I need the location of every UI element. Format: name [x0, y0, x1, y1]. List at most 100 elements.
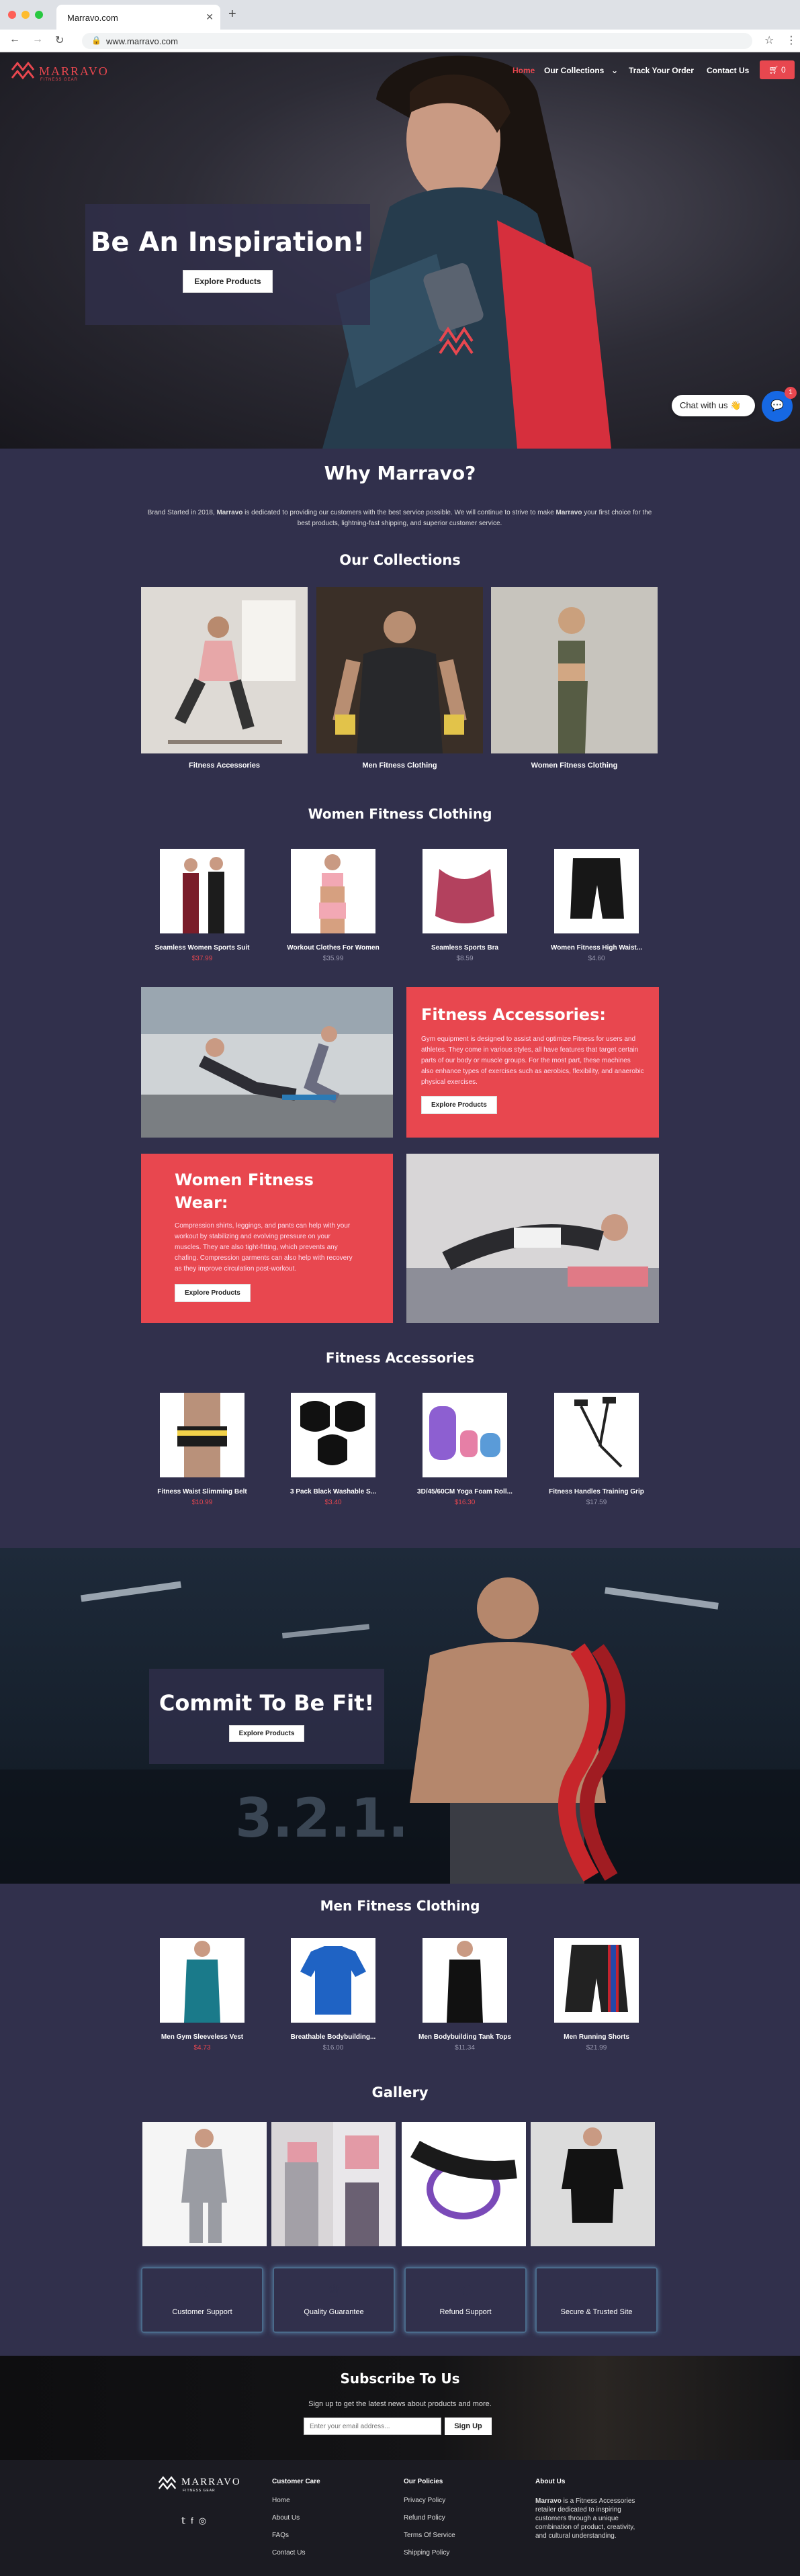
- maximize-window-dot[interactable]: [35, 11, 43, 19]
- product-image[interactable]: [160, 849, 245, 933]
- promo-women-text: Compression shirts, leggings, and pants …: [175, 1222, 353, 1273]
- product-name[interactable]: Seamless Women Sports Suit: [142, 944, 263, 952]
- chat-bubble-icon: 💬: [770, 400, 784, 412]
- product-name[interactable]: 3D/45/60CM Yoga Foam Roll...: [404, 1488, 525, 1496]
- nav-track-order[interactable]: Track Your Order: [629, 66, 694, 75]
- collection-image: [316, 587, 483, 753]
- product-image[interactable]: [160, 1393, 245, 1477]
- product-image[interactable]: [554, 1938, 639, 2023]
- sign-up-button[interactable]: Sign Up: [445, 2418, 492, 2435]
- product-name[interactable]: 3 Pack Black Washable S...: [273, 1488, 394, 1496]
- instagram-icon[interactable]: ◎: [199, 2516, 212, 2526]
- browser-menu-icon[interactable]: ⋮: [786, 34, 797, 47]
- footer-link-about[interactable]: About Us: [272, 2514, 300, 2522]
- close-tab-icon[interactable]: ✕: [206, 11, 214, 23]
- product-image: [429, 1406, 500, 1460]
- address-bar[interactable]: 🔒 www.marravo.com: [82, 33, 752, 49]
- hero2-explore-button[interactable]: Explore Products: [228, 1725, 305, 1742]
- nav-home[interactable]: Home: [513, 66, 535, 75]
- footer-link-refund[interactable]: Refund Policy: [404, 2514, 445, 2522]
- new-tab-icon[interactable]: +: [228, 7, 236, 22]
- collection-card-fitness-accessories[interactable]: [141, 587, 308, 753]
- marravo-logo[interactable]: MARRAVO FITNESS GEAR: [9, 59, 107, 83]
- product-name[interactable]: Seamless Sports Bra: [404, 944, 525, 952]
- chat-prompt[interactable]: Chat with us 👋: [672, 395, 755, 416]
- product-name[interactable]: Fitness Waist Slimming Belt: [142, 1488, 263, 1496]
- chat-unread-badge: 1: [785, 387, 797, 399]
- product-name[interactable]: Men Bodybuilding Tank Tops: [404, 2033, 525, 2041]
- back-icon[interactable]: ←: [9, 34, 20, 46]
- footer-logo[interactable]: MARRAVO FITNESS GEAR: [156, 2475, 240, 2495]
- gallery-photo: [181, 2129, 227, 2243]
- twitter-icon[interactable]: 𝕥: [181, 2516, 191, 2526]
- chevron-down-icon[interactable]: ⌄: [611, 66, 618, 75]
- product-image[interactable]: [291, 1938, 375, 2023]
- gallery-image[interactable]: [142, 2122, 267, 2246]
- collection-caption[interactable]: Women Fitness Clothing: [491, 762, 658, 770]
- email-input[interactable]: [304, 2418, 441, 2435]
- browser-tab[interactable]: Marravo.com ✕: [56, 5, 220, 30]
- subscribe-section: Subscribe To Us Sign up to get the lates…: [0, 2356, 800, 2460]
- hero-banner: MARRAVO FITNESS GEAR Home Our Collection…: [0, 52, 800, 449]
- facebook-icon[interactable]: f: [191, 2516, 199, 2526]
- product-image[interactable]: [423, 1938, 507, 2023]
- product-image[interactable]: [160, 1938, 245, 2023]
- gallery-image[interactable]: [402, 2122, 526, 2246]
- footer-link-faqs[interactable]: FAQs: [272, 2532, 289, 2539]
- feature-label: Quality Guarantee: [304, 2308, 364, 2316]
- gym-man-image: 3.2.1.: [0, 1577, 800, 1884]
- nav-contact-us[interactable]: Contact Us: [707, 66, 749, 75]
- cart-count: 0: [781, 65, 786, 75]
- footer-link-privacy[interactable]: Privacy Policy: [404, 2497, 445, 2504]
- bookmark-star-icon[interactable]: ☆: [764, 34, 774, 47]
- collection-caption[interactable]: Men Fitness Clothing: [316, 762, 483, 770]
- product-image[interactable]: [554, 1393, 639, 1477]
- refund-icon: ⟲: [458, 2281, 473, 2301]
- footer-link-terms[interactable]: Terms Of Service: [404, 2532, 455, 2539]
- collection-caption[interactable]: Fitness Accessories: [141, 762, 308, 770]
- gallery-photo: [271, 2122, 379, 2246]
- hero-explore-button[interactable]: Explore Products: [183, 270, 273, 293]
- footer-link-shipping[interactable]: Shipping Policy: [404, 2549, 449, 2557]
- browser-toolbar: ← → ↻ 🔒 www.marravo.com ☆ ⋮: [0, 30, 800, 52]
- promo-accessories-button[interactable]: Explore Products: [421, 1096, 497, 1114]
- feature-label: Secure & Trusted Site: [560, 2308, 633, 2316]
- product-image: [177, 1393, 227, 1477]
- lock-icon: 🔒: [91, 36, 101, 45]
- product-name[interactable]: Women Fitness High Waist...: [536, 944, 657, 952]
- why-text-part: Brand Started in 2018,: [147, 509, 217, 516]
- product-image[interactable]: [423, 1393, 507, 1477]
- product-image[interactable]: [291, 849, 375, 933]
- product-image[interactable]: [554, 849, 639, 933]
- footer-link-contact[interactable]: Contact Us: [272, 2549, 305, 2557]
- collection-card-men-clothing[interactable]: [316, 587, 483, 753]
- product-image[interactable]: [291, 1393, 375, 1477]
- reload-icon[interactable]: ↻: [55, 34, 64, 47]
- product-image[interactable]: [423, 849, 507, 933]
- promo-women-button[interactable]: Explore Products: [175, 1284, 251, 1302]
- gallery-image[interactable]: [531, 2122, 655, 2246]
- feature-label: Refund Support: [439, 2308, 492, 2316]
- tab-bar: Marravo.com ✕ +: [0, 0, 800, 30]
- gallery-image[interactable]: [271, 2122, 396, 2246]
- product-name[interactable]: Breathable Bodybuilding...: [273, 2033, 394, 2041]
- product-name[interactable]: Workout Clothes For Women: [273, 944, 394, 952]
- nav-our-collections[interactable]: Our Collections: [544, 66, 604, 75]
- product-price: $4.73: [193, 2044, 211, 2052]
- feature-quality-guarantee: ♕ Quality Guarantee: [273, 2267, 395, 2333]
- cart-button[interactable]: 🛒︎ 0: [760, 60, 795, 79]
- footer-about-text: Marravo is a Fitness Accessories retaile…: [535, 2497, 643, 2540]
- product-image: [300, 1401, 365, 1465]
- minimize-window-dot[interactable]: [21, 11, 30, 19]
- product-name[interactable]: Fitness Handles Training Grip: [536, 1488, 657, 1496]
- collection-card-women-clothing[interactable]: [491, 587, 658, 753]
- product-name[interactable]: Men Gym Sleeveless Vest: [142, 2033, 263, 2041]
- product-name[interactable]: Men Running Shorts: [536, 2033, 657, 2041]
- footer-link-home[interactable]: Home: [272, 2497, 290, 2504]
- product-price: $10.99: [191, 1499, 213, 1506]
- feature-secure-site: ⊓ Secure & Trusted Site: [535, 2267, 658, 2333]
- forward-icon[interactable]: →: [32, 34, 43, 46]
- collection-image: [491, 587, 658, 753]
- close-window-dot[interactable]: [8, 11, 16, 19]
- feature-refund-support: ⟲ Refund Support: [404, 2267, 527, 2333]
